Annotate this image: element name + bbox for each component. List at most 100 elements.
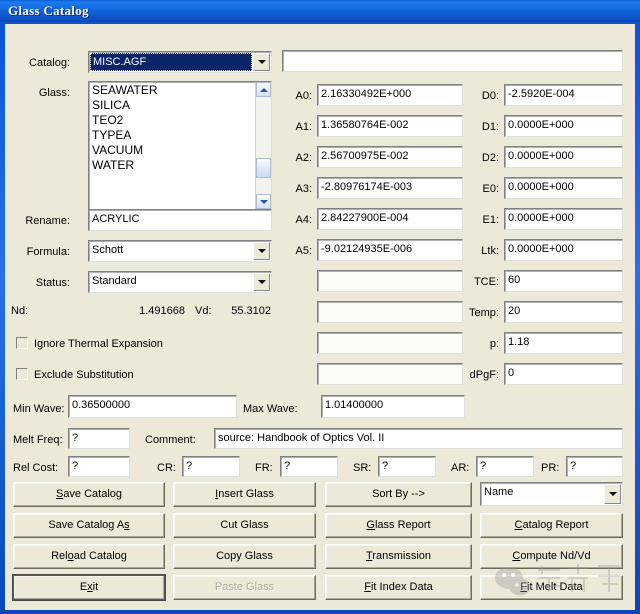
status-combo[interactable]: Standard	[88, 271, 272, 293]
ltk-input[interactable]: 0.0000E+000	[504, 239, 623, 261]
d0-input[interactable]: -2.5920E-004	[504, 84, 623, 106]
transmission-button[interactable]: Transmission	[325, 544, 472, 569]
nd-value: 1.491668	[139, 305, 185, 317]
list-item[interactable]: WATER	[91, 158, 254, 173]
formula-combo-button[interactable]	[253, 242, 270, 260]
a6-input[interactable]	[317, 270, 463, 292]
exit-button[interactable]: Exit	[13, 575, 165, 600]
a0-input[interactable]: 2.16330492E+000	[317, 84, 463, 106]
list-item[interactable]: VACUUM	[91, 143, 254, 158]
rename-input[interactable]: ACRYLIC	[88, 209, 272, 231]
e0-input[interactable]: 0.0000E+000	[504, 177, 623, 199]
ignore-thermal-expansion-checkbox[interactable]	[16, 337, 28, 349]
cr-input[interactable]: ?	[182, 456, 240, 477]
formula-label: Formula:	[26, 246, 70, 258]
d0-label: D0:	[481, 90, 499, 102]
d2-label: D2:	[481, 152, 499, 164]
a4-input[interactable]: 2.84227900E-004	[317, 208, 463, 230]
cut-glass-button[interactable]: Cut Glass	[173, 513, 316, 538]
ignore-thermal-expansion-label[interactable]: Ignore Thermal Expansion	[34, 337, 163, 351]
btn-mnemonic: G	[366, 519, 375, 531]
window-frame: Glass Catalog Catalog: MISC.AGF Glass: S…	[0, 0, 640, 614]
a1-input[interactable]: 1.36580764E-002	[317, 115, 463, 137]
compute-nd-vd-button[interactable]: Compute Nd/Vd	[480, 544, 623, 569]
catalog-report-button[interactable]: Catalog Report	[480, 513, 623, 538]
formula-combo[interactable]: Schott	[88, 240, 272, 262]
insert-glass-button[interactable]: Insert Glass	[173, 482, 316, 507]
a7-input[interactable]	[317, 301, 463, 323]
save-catalog-button[interactable]: Save Catalog	[13, 482, 165, 507]
tce-input[interactable]: 60	[504, 270, 623, 292]
catalog-combo-button[interactable]	[253, 53, 270, 71]
scroll-down-button[interactable]	[256, 194, 271, 209]
list-item[interactable]: SEAWATER	[91, 83, 254, 98]
pr-input[interactable]: ?	[566, 456, 623, 477]
p-input[interactable]: 1.18	[504, 332, 623, 354]
list-item[interactable]: TEO2	[91, 113, 254, 128]
title-bar[interactable]: Glass Catalog	[0, 0, 640, 22]
rename-label: Rename:	[25, 215, 70, 227]
btn-text-pre: Cut Glass	[220, 519, 269, 531]
a5-label: A5:	[295, 245, 312, 257]
comment-input[interactable]: source: Handbook of Optics Vol. II	[214, 428, 623, 449]
sr-input[interactable]: ?	[378, 456, 436, 477]
ar-input[interactable]: ?	[476, 456, 534, 477]
temp-label: Temp:	[469, 307, 499, 319]
melt-freq-input[interactable]: ?	[68, 428, 130, 449]
sort-by-button[interactable]: Sort By -->	[325, 482, 472, 507]
temp-input[interactable]: 20	[504, 301, 623, 323]
btn-text-pre: Sort By -->	[372, 488, 425, 500]
list-item[interactable]: SILICA	[91, 98, 254, 113]
e0-label: E0:	[482, 183, 499, 195]
status-combo-button[interactable]	[253, 273, 270, 291]
dpgf-label: dPgF:	[469, 369, 499, 381]
sr-label: SR:	[353, 462, 372, 474]
nd-label: Nd:	[11, 305, 29, 317]
btn-text-pre: Paste Glass	[214, 581, 275, 593]
sort-by-combo-button[interactable]	[604, 484, 621, 504]
a2-input[interactable]: 2.56700975E-002	[317, 146, 463, 168]
d1-input[interactable]: 0.0000E+000	[504, 115, 623, 137]
scroll-up-button[interactable]	[256, 82, 271, 97]
chevron-up-icon	[259, 87, 268, 92]
a9-input[interactable]	[317, 363, 463, 385]
chevron-down-icon	[257, 249, 266, 253]
reload-catalog-button[interactable]: Reload Catalog	[13, 544, 165, 569]
fit-index-data-button[interactable]: Fit Index Data	[325, 575, 472, 600]
scrollbar-thumb[interactable]	[256, 158, 271, 178]
rel-cost-input[interactable]: ?	[68, 456, 130, 477]
a3-input[interactable]: -2.80976174E-003	[317, 177, 463, 199]
btn-text-post: nsert Glass	[218, 488, 274, 500]
btn-text-pre: Copy Glass	[216, 550, 273, 562]
catalog-combo[interactable]: MISC.AGF	[88, 51, 272, 73]
copy-glass-button[interactable]: Copy Glass	[173, 544, 316, 569]
dpgf-input[interactable]: 0	[504, 363, 623, 385]
d2-input[interactable]: 0.0000E+000	[504, 146, 623, 168]
e1-input[interactable]: 0.0000E+000	[504, 208, 623, 230]
a8-input[interactable]	[317, 332, 463, 354]
chevron-down-icon	[608, 492, 617, 496]
glass-listbox[interactable]: SEAWATER SILICA TEO2 TYPEA VACUUM WATER	[88, 81, 272, 210]
btn-text-post: it Melt Data	[527, 581, 583, 593]
vd-value: 55.3102	[231, 305, 271, 317]
status-label: Status:	[35, 277, 70, 289]
glass-list-scrollbar[interactable]	[255, 82, 271, 209]
catalog-description-input[interactable]	[282, 50, 623, 72]
save-catalog-as-button[interactable]: Save Catalog As	[13, 513, 165, 538]
a5-input[interactable]: -9.02124935E-006	[317, 239, 463, 261]
glass-report-button[interactable]: Glass Report	[325, 513, 472, 538]
sort-by-combo-value: Name	[484, 486, 514, 498]
fit-melt-data-button[interactable]: Fit Melt Data	[480, 575, 623, 600]
tce-label: TCE:	[473, 276, 499, 288]
rel-cost-label: Rel Cost:	[13, 462, 59, 474]
min-wave-input[interactable]: 0.36500000	[68, 395, 237, 418]
glass-catalog-window: Glass Catalog Catalog: MISC.AGF Glass: S…	[0, 0, 640, 614]
exclude-substitution-checkbox[interactable]	[16, 368, 28, 380]
exclude-substitution-label[interactable]: Exclude Substitution	[34, 368, 134, 382]
list-item[interactable]: TYPEA	[91, 128, 254, 143]
status-combo-value: Standard	[92, 275, 137, 287]
a2-label: A2:	[295, 152, 312, 164]
sort-by-combo[interactable]: Name	[480, 482, 623, 506]
max-wave-input[interactable]: 1.01400000	[321, 395, 465, 418]
fr-input[interactable]: ?	[280, 456, 338, 477]
